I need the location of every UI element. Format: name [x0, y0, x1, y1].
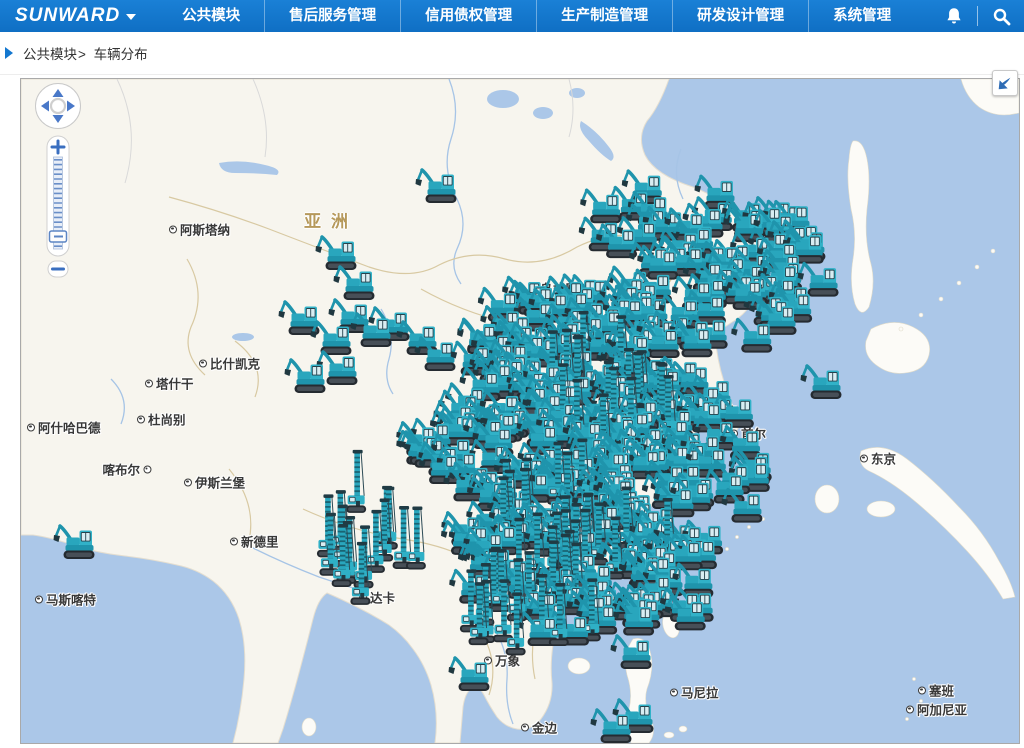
pile-rig-marker[interactable]: [346, 450, 366, 513]
breadcrumb-bar: 公共模块> 车辆分布: [0, 32, 1024, 75]
breadcrumb: 公共模块> 车辆分布: [23, 43, 148, 63]
search-button[interactable]: [978, 0, 1024, 32]
excavator-marker[interactable]: [801, 366, 842, 399]
app-logo[interactable]: SUNWARD: [0, 5, 150, 27]
search-icon: [992, 7, 1011, 26]
excavator-marker[interactable]: [731, 320, 772, 353]
breadcrumb-separator: >: [78, 47, 86, 62]
machines-layer: [21, 79, 1019, 743]
breadcrumb-section[interactable]: 公共模块: [23, 47, 77, 62]
machine-markers: [54, 170, 842, 743]
nav-item-5[interactable]: 研发设计管理: [672, 0, 808, 32]
bell-icon: [945, 7, 963, 26]
top-nav-bar: SUNWARD 公共模块售后服务管理信用债权管理生产制造管理研发设计管理系统管理: [0, 0, 1024, 32]
excavator-marker[interactable]: [611, 636, 652, 669]
breadcrumb-page: 车辆分布: [94, 47, 148, 62]
logo-caret-icon: [126, 14, 136, 20]
notifications-button[interactable]: [931, 0, 977, 32]
header-right: [931, 0, 1024, 32]
collapse-map-button[interactable]: [992, 70, 1018, 96]
excavator-marker[interactable]: [334, 267, 375, 300]
excavator-marker[interactable]: [285, 360, 326, 393]
excavator-marker[interactable]: [449, 658, 490, 691]
pile-rig-marker[interactable]: [378, 487, 398, 550]
pile-rig-marker[interactable]: [317, 494, 337, 557]
nav-item-2[interactable]: 售后服务管理: [264, 0, 400, 32]
nav-item-6[interactable]: 系统管理: [808, 0, 915, 32]
excavator-marker[interactable]: [416, 170, 457, 203]
pile-rig-marker[interactable]: [406, 506, 426, 569]
map-container: 阿斯塔纳乌兰巴托比什凯克塔什干杜尚别阿什哈巴德喀布尔伊斯兰堡新德里达卡马斯喀特平…: [20, 78, 1020, 744]
excavator-marker[interactable]: [329, 300, 370, 333]
arrow-down-left-icon: [996, 74, 1014, 92]
main-nav: 公共模块售后服务管理信用债权管理生产制造管理研发设计管理系统管理: [158, 0, 915, 32]
excavator-marker[interactable]: [54, 526, 95, 559]
nav-item-3[interactable]: 信用债权管理: [400, 0, 536, 32]
excavator-marker[interactable]: [316, 237, 357, 270]
nav-item-1[interactable]: 公共模块: [158, 0, 264, 32]
map-viewport[interactable]: 阿斯塔纳乌兰巴托比什凯克塔什干杜尚别阿什哈巴德喀布尔伊斯兰堡新德里达卡马斯喀特平…: [20, 78, 1020, 744]
nav-item-4[interactable]: 生产制造管理: [536, 0, 672, 32]
map-navigation-control: [35, 81, 105, 291]
sidebar-expand-icon[interactable]: [5, 47, 13, 59]
pan-center-icon[interactable]: [51, 99, 65, 113]
excavator-marker[interactable]: [591, 710, 632, 743]
logo-text: SUNWARD: [15, 5, 120, 27]
